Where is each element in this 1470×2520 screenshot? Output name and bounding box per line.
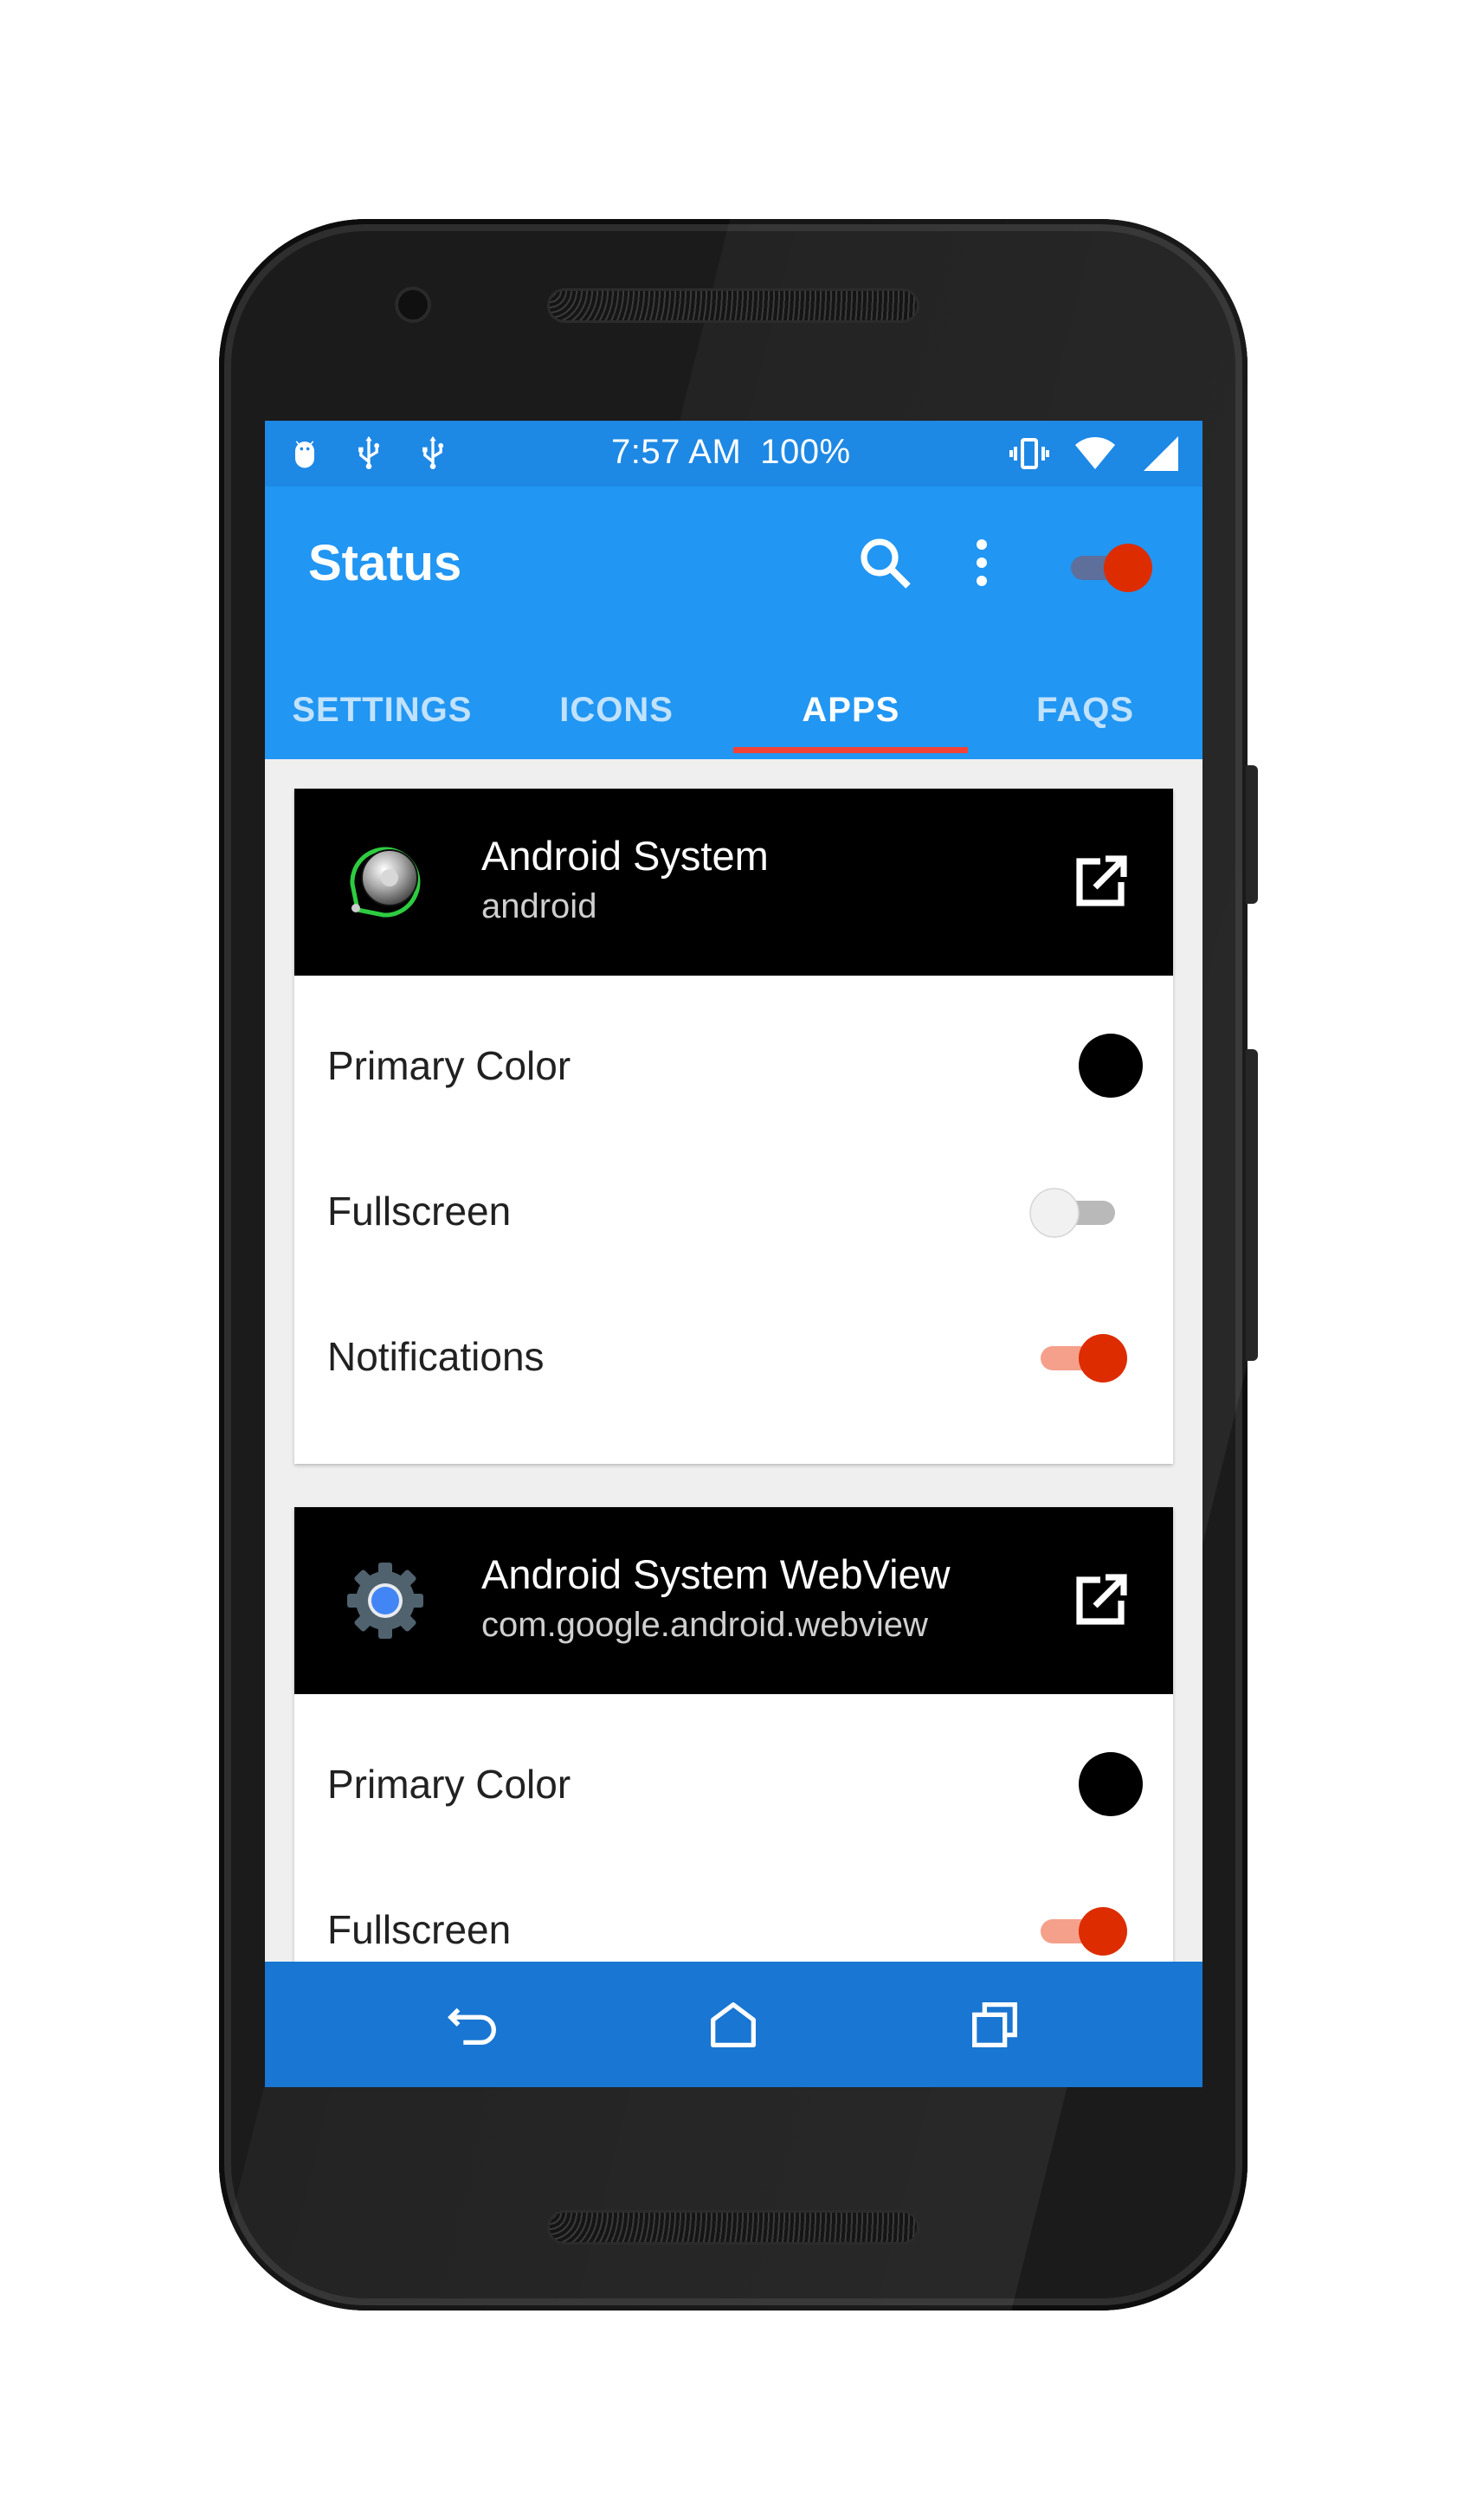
android-debug-icon	[295, 441, 314, 468]
app-package: android	[481, 887, 597, 925]
status-bar: 7:57 AM 100%	[265, 421, 1202, 487]
tab-icons[interactable]: ICONS	[500, 667, 734, 759]
webview-gear-icon	[347, 1563, 423, 1639]
app-name: Android System WebView	[481, 1551, 951, 1597]
wifi-icon	[1075, 437, 1115, 469]
app-card-android-system: Android System android Primary Color Ful…	[294, 789, 1173, 1464]
app-card-header[interactable]: Android System WebView com.google.androi…	[294, 1507, 1173, 1694]
row-label: Fullscreen	[327, 1907, 512, 1952]
app-package: com.google.android.webview	[481, 1606, 928, 1644]
notifications-switch[interactable]	[1027, 1325, 1131, 1391]
top-speaker	[547, 288, 919, 323]
usb-icon	[422, 435, 444, 469]
row-label: Primary Color	[327, 1043, 571, 1088]
more-vert-icon[interactable]	[951, 532, 1013, 594]
app-bar: Status SETTINGS ICONS APPS FAQS	[265, 487, 1202, 759]
app-name: Android System	[481, 833, 769, 879]
power-button	[1246, 765, 1258, 904]
primary-color-row[interactable]: Primary Color	[294, 1713, 1173, 1859]
bottom-speaker	[547, 2210, 919, 2245]
notifications-row[interactable]: Notifications	[294, 1286, 1173, 1431]
fullscreen-switch[interactable]	[1027, 1180, 1131, 1246]
tab-settings[interactable]: SETTINGS	[265, 667, 500, 759]
clock: 7:57 AM	[611, 433, 742, 471]
status-clock-battery: 7:57 AM 100%	[611, 433, 870, 472]
row-label: Notifications	[327, 1334, 545, 1379]
open-in-new-icon[interactable]	[1069, 1569, 1132, 1632]
volume-button	[1246, 1049, 1258, 1361]
color-swatch[interactable]	[1079, 1034, 1143, 1098]
color-swatch[interactable]	[1079, 1752, 1143, 1816]
vibrate-icon	[1009, 438, 1049, 469]
usb-icon	[358, 435, 380, 469]
page-title: Status	[308, 535, 462, 591]
cell-signal-icon	[1144, 436, 1178, 471]
screen: 7:57 AM 100% Status SETTINGS ICONS APPS …	[265, 421, 1202, 2087]
row-label: Primary Color	[327, 1762, 571, 1807]
tab-bar: SETTINGS ICONS APPS FAQS	[265, 667, 1202, 759]
primary-color-row[interactable]: Primary Color	[294, 995, 1173, 1140]
navigation-bar	[265, 1962, 1202, 2087]
search-icon[interactable]	[854, 532, 916, 594]
battery-level: 100%	[760, 433, 851, 471]
tab-faqs[interactable]: FAQS	[968, 667, 1202, 759]
back-icon[interactable]	[443, 1995, 504, 2055]
home-icon[interactable]	[703, 1995, 764, 2055]
app-card-header[interactable]: Android System android	[294, 789, 1173, 976]
row-label: Fullscreen	[327, 1189, 512, 1234]
front-camera	[398, 290, 428, 319]
fullscreen-switch[interactable]	[1027, 1898, 1131, 1964]
tab-indicator	[733, 747, 968, 753]
recents-icon[interactable]	[964, 1995, 1025, 2055]
android-system-icon	[350, 847, 421, 918]
master-switch[interactable]	[1066, 537, 1161, 597]
tab-apps[interactable]: APPS	[734, 667, 969, 759]
open-in-new-icon[interactable]	[1069, 851, 1132, 913]
app-card-webview: Android System WebView com.google.androi…	[294, 1507, 1173, 1992]
fullscreen-row[interactable]: Fullscreen	[294, 1140, 1173, 1286]
